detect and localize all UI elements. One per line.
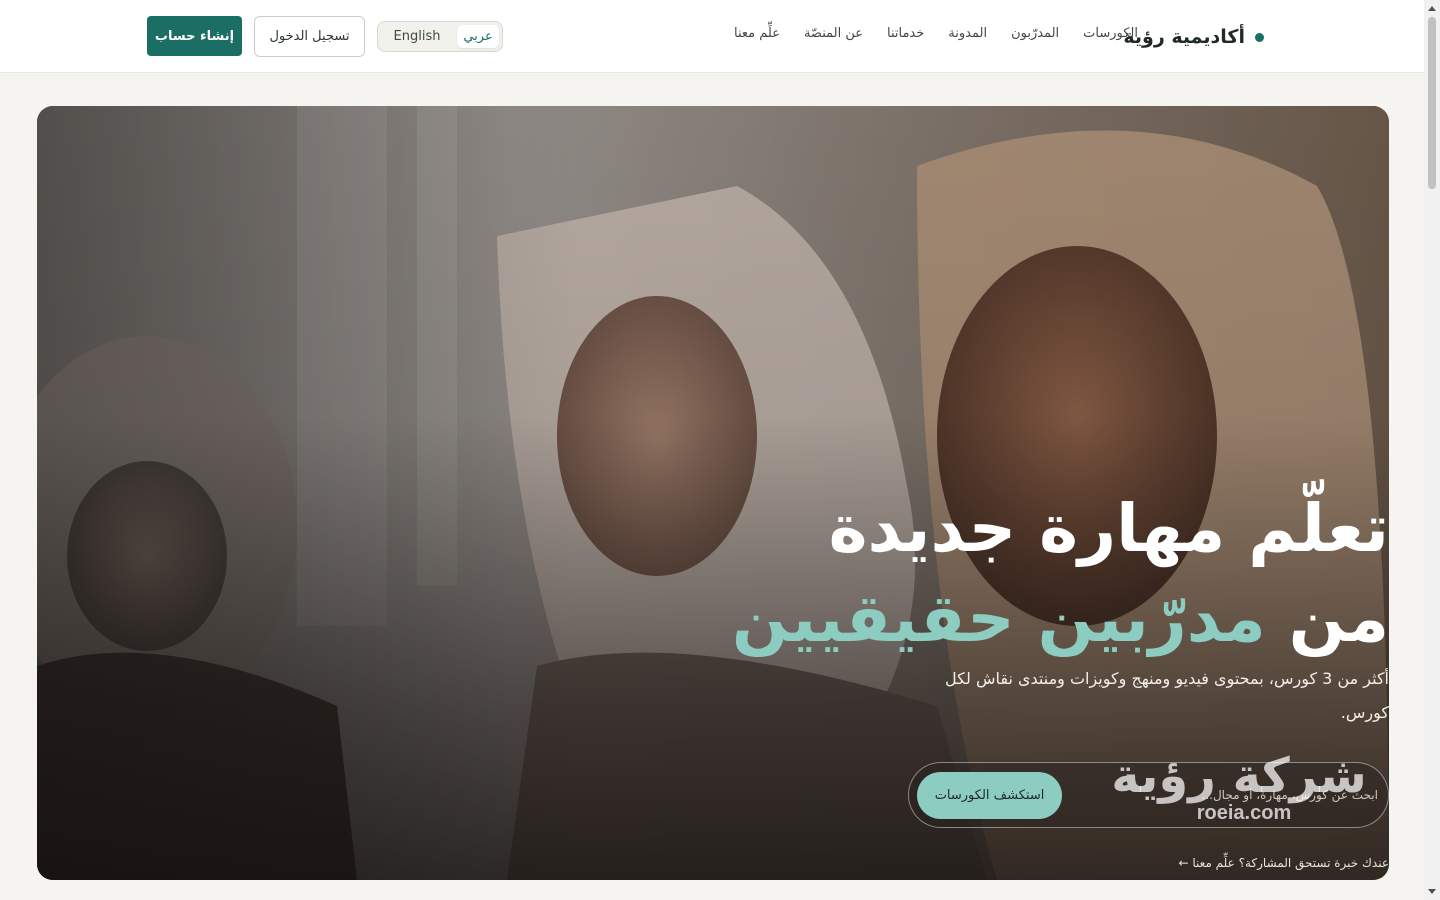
nav-courses[interactable]: الكورسات: [1083, 26, 1138, 41]
nav-blog[interactable]: المدونة: [948, 26, 987, 41]
scrollbar-thumb[interactable]: [1428, 17, 1436, 189]
nav-about[interactable]: عن المنصّة: [804, 26, 863, 41]
teach-with-us-link[interactable]: عندك خبرة تستحق المشاركة؟ علِّم معنا ←: [1179, 856, 1390, 870]
scroll-down-arrow-icon[interactable]: [1428, 889, 1436, 894]
signup-button[interactable]: إنشاء حساب: [147, 16, 242, 56]
watermark: شركة رؤية roeia.com: [1089, 746, 1389, 825]
brand-logo[interactable]: أكاديمية رؤية: [1123, 24, 1264, 50]
hero-title-prefix: من: [1288, 580, 1389, 657]
site-header: أكاديمية رؤية الكورسات المدرّبون المدونة…: [0, 0, 1424, 73]
nav-services[interactable]: خدماتنا: [887, 26, 924, 41]
lang-arabic[interactable]: عربي: [457, 25, 499, 48]
brand-name: أكاديمية رؤية: [1123, 26, 1245, 48]
main-nav: الكورسات المدرّبون المدونة خدماتنا عن ال…: [734, 26, 1138, 41]
nav-trainers[interactable]: المدرّبون: [1011, 26, 1059, 41]
hero-subtitle: أكثر من 3 كورس، بمحتوى فيديو ومنهج وكويز…: [945, 669, 1389, 722]
page-scrollbar[interactable]: [1424, 0, 1440, 900]
watermark-arabic: شركة رؤية: [1111, 748, 1367, 804]
language-toggle: عربي English: [377, 21, 503, 52]
explore-courses-button[interactable]: استكشف الكورسات: [917, 772, 1062, 819]
hero-title-accent: مدرّبين حقيقيين: [731, 580, 1266, 657]
hero-title: تعلّم مهارة جديدة من مدرّبين حقيقيين: [709, 484, 1389, 664]
login-button[interactable]: تسجيل الدخول: [254, 16, 365, 57]
hero-title-line1: تعلّم مهارة جديدة: [828, 490, 1389, 567]
brand-dot-icon: [1255, 32, 1264, 42]
scroll-up-arrow-icon[interactable]: [1428, 6, 1436, 11]
hero-section: تعلّم مهارة جديدة من مدرّبين حقيقيين أكث…: [37, 106, 1389, 880]
nav-teach-with-us[interactable]: علِّم معنا: [734, 26, 780, 41]
lang-english[interactable]: English: [381, 25, 453, 48]
